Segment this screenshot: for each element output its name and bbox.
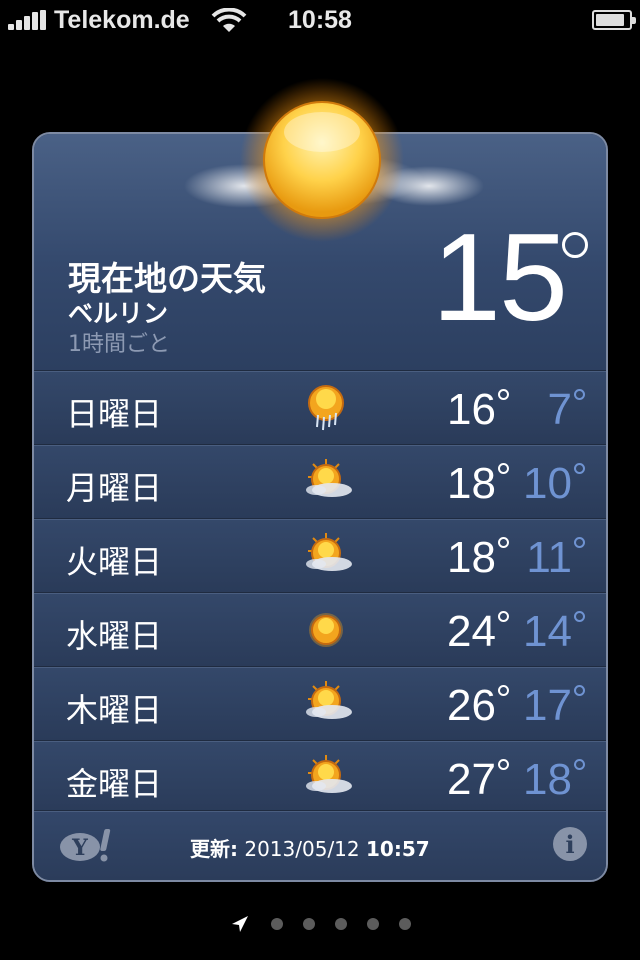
sun-icon bbox=[240, 78, 404, 242]
forecast-row: 日曜日 16 7 bbox=[34, 370, 606, 444]
update-interval: 1時間ごと bbox=[68, 332, 170, 357]
forecast-high: 18 bbox=[447, 533, 496, 582]
forecast-low: 18 bbox=[523, 755, 572, 804]
page-dot[interactable] bbox=[399, 918, 411, 930]
updated-time: 10:57 bbox=[366, 837, 430, 861]
forecast-day: 水曜日 bbox=[66, 617, 163, 655]
last-updated: 更新: 2013/05/12 10:57 bbox=[190, 833, 430, 862]
sun-cloud-icon bbox=[306, 533, 352, 571]
forecast-row: 金曜日 27 18 bbox=[34, 740, 606, 814]
forecast-high: 16 bbox=[447, 385, 496, 434]
weather-card[interactable]: 現在地の天気 ベルリン 1時間ごと 15 日曜日 16 7 月曜日 18 10 … bbox=[32, 132, 608, 882]
degree-symbol bbox=[574, 759, 585, 770]
degree-symbol bbox=[574, 611, 585, 622]
degree-symbol bbox=[574, 389, 585, 400]
page-dot[interactable] bbox=[303, 918, 315, 930]
page-dot[interactable] bbox=[271, 918, 283, 930]
sun-icon bbox=[309, 613, 343, 647]
forecast-low: 14 bbox=[523, 607, 572, 656]
forecast-high: 18 bbox=[447, 459, 496, 508]
forecast-day: 日曜日 bbox=[66, 395, 163, 433]
updated-date: 2013/05/12 bbox=[244, 837, 360, 861]
degree-symbol bbox=[562, 232, 588, 258]
forecast-high: 24 bbox=[447, 607, 496, 656]
forecast-row: 木曜日 26 17 bbox=[34, 666, 606, 740]
battery-icon bbox=[592, 10, 636, 30]
status-time: 10:58 bbox=[288, 6, 352, 34]
page-control[interactable] bbox=[0, 912, 640, 936]
forecast-list: 日曜日 16 7 月曜日 18 10 火曜日 18 11 水曜日 24 14 木… bbox=[34, 370, 606, 814]
page-dot[interactable] bbox=[367, 918, 379, 930]
status-bar: Telekom.de 10:58 bbox=[0, 0, 640, 40]
forecast-day: 木曜日 bbox=[66, 691, 163, 729]
degree-symbol bbox=[574, 463, 585, 474]
forecast-day: 月曜日 bbox=[66, 469, 163, 507]
forecast-row: 水曜日 24 14 bbox=[34, 592, 606, 666]
degree-symbol bbox=[574, 685, 585, 696]
forecast-high: 26 bbox=[447, 681, 496, 730]
sun-cloud-icon bbox=[306, 755, 352, 793]
forecast-row: 月曜日 18 10 bbox=[34, 444, 606, 518]
sun-cloud-icon bbox=[306, 681, 352, 719]
forecast-low: 11 bbox=[526, 533, 572, 582]
degree-symbol bbox=[574, 537, 585, 548]
yahoo-logo-button[interactable]: Y bbox=[58, 827, 118, 863]
sun-cloud-icon bbox=[306, 459, 352, 497]
city-name: ベルリン bbox=[68, 299, 169, 328]
forecast-row: 火曜日 18 11 bbox=[34, 518, 606, 592]
location-arrow-icon bbox=[232, 916, 248, 932]
current-temperature: 15 bbox=[432, 209, 568, 347]
forecast-low: 7 bbox=[547, 385, 572, 434]
svg-text:Y: Y bbox=[71, 835, 88, 861]
forecast-day: 金曜日 bbox=[66, 765, 163, 803]
updated-label: 更新: bbox=[190, 837, 238, 861]
page-dot[interactable] bbox=[335, 918, 347, 930]
info-icon: i bbox=[565, 830, 575, 859]
card-footer: Y 更新: 2013/05/12 10:57 i bbox=[34, 810, 606, 880]
forecast-low: 17 bbox=[523, 681, 572, 730]
forecast-low: 10 bbox=[523, 459, 572, 508]
info-button[interactable]: i bbox=[553, 827, 587, 861]
current-location-title: 現在地の天気 bbox=[68, 259, 266, 298]
sun-rain-icon bbox=[308, 385, 344, 431]
forecast-day: 火曜日 bbox=[66, 543, 163, 581]
forecast-high: 27 bbox=[447, 755, 496, 804]
